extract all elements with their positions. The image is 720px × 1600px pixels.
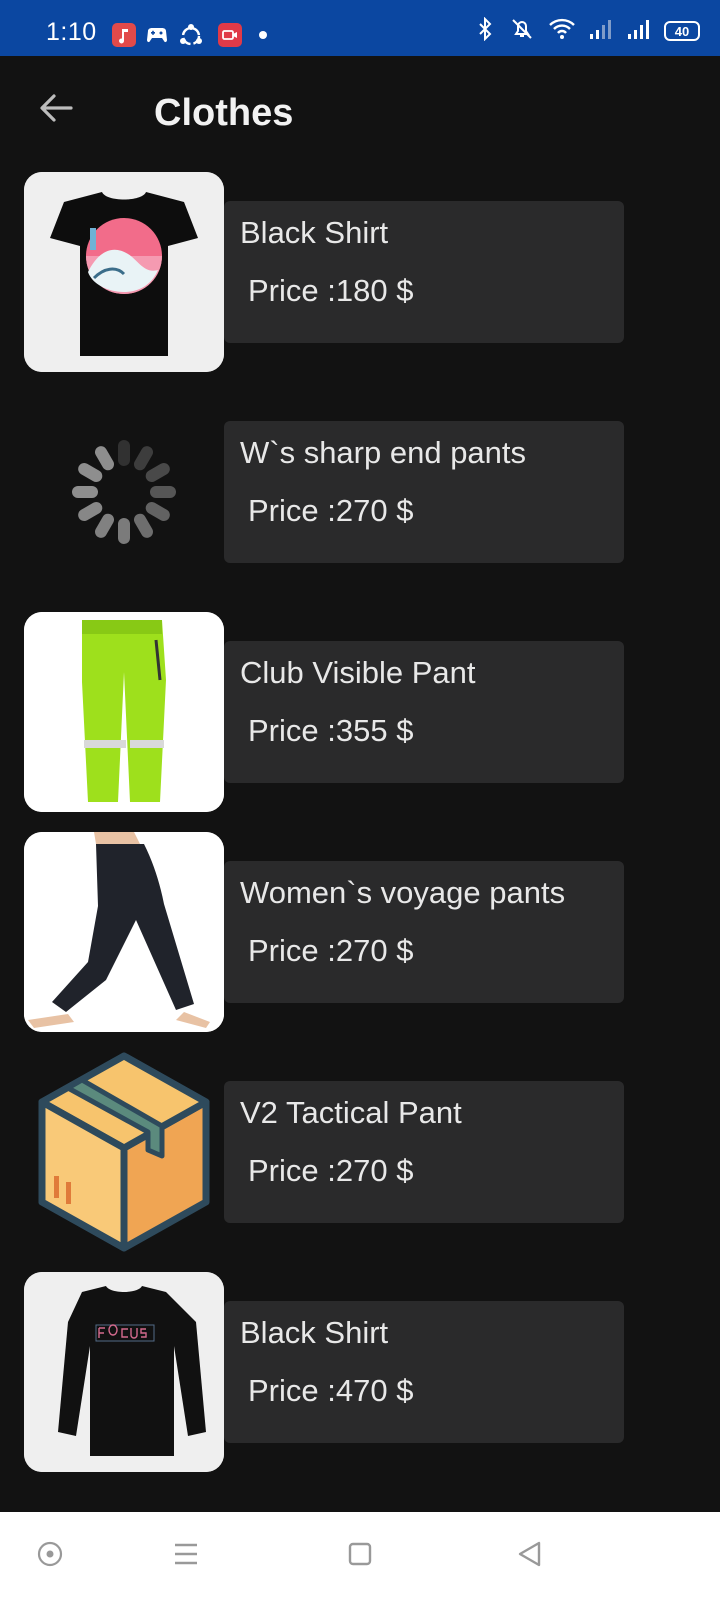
status-time: 1:10 xyxy=(46,18,97,46)
recents-button[interactable] xyxy=(158,1530,214,1582)
product-card[interactable]: Women`s voyage pants Price :270 $ xyxy=(224,861,624,1003)
product-card[interactable]: Black Shirt Price :180 $ xyxy=(224,201,624,343)
product-name: Black Shirt xyxy=(240,1315,389,1350)
sync-app-icon xyxy=(178,23,202,47)
product-image xyxy=(24,612,224,812)
product-card[interactable]: Club Visible Pant Price :355 $ xyxy=(224,641,624,783)
signal-2-icon xyxy=(626,17,652,46)
product-name: Club Visible Pant xyxy=(240,655,476,690)
list-item[interactable]: W`s sharp end pants Price :270 $ xyxy=(0,392,720,592)
system-nav-bar xyxy=(0,1512,720,1600)
home-button[interactable] xyxy=(332,1530,388,1582)
game-controller-icon xyxy=(144,23,168,47)
system-status-icons: 40 xyxy=(474,16,700,46)
product-price: Price :270 $ xyxy=(248,493,414,528)
music-app-icon xyxy=(112,23,136,47)
list-item[interactable]: Women`s voyage pants Price :270 $ xyxy=(0,832,720,1032)
product-price: Price :270 $ xyxy=(248,1153,414,1188)
assistant-button[interactable] xyxy=(22,1530,78,1582)
dot-circle-icon xyxy=(35,1539,65,1574)
product-price: Price :180 $ xyxy=(248,273,414,308)
status-bar: 1:10 40 xyxy=(0,0,720,56)
product-image xyxy=(24,172,224,372)
product-card[interactable]: Black Shirt Price :470 $ xyxy=(224,1301,624,1443)
battery-icon: 40 xyxy=(664,21,700,41)
product-name: Women`s voyage pants xyxy=(240,875,566,910)
cardboard-box-icon xyxy=(24,1052,224,1252)
back-button[interactable] xyxy=(28,82,84,138)
list-item[interactable]: V2 Tactical Pant Price :270 $ xyxy=(0,1052,720,1252)
page-title: Clothes xyxy=(154,92,294,134)
more-notifications-dot xyxy=(259,31,267,39)
app-bar: Clothes xyxy=(0,56,720,168)
loading-spinner-icon xyxy=(24,392,224,592)
product-card[interactable]: V2 Tactical Pant Price :270 $ xyxy=(224,1081,624,1223)
home-square-icon xyxy=(345,1539,375,1574)
menu-icon xyxy=(171,1539,201,1574)
list-item[interactable]: Club Visible Pant Price :355 $ xyxy=(0,612,720,812)
product-name: Black Shirt xyxy=(240,215,389,250)
video-app-icon xyxy=(218,23,242,47)
product-card[interactable]: W`s sharp end pants Price :270 $ xyxy=(224,421,624,563)
product-price: Price :470 $ xyxy=(248,1373,414,1408)
product-name: W`s sharp end pants xyxy=(240,435,527,470)
back-triangle-icon xyxy=(515,1539,545,1574)
arrow-back-icon xyxy=(37,89,75,132)
signal-1-icon xyxy=(588,17,614,46)
list-item[interactable]: Black Shirt Price :180 $ xyxy=(0,172,720,372)
system-back-button[interactable] xyxy=(502,1530,558,1582)
wifi-icon xyxy=(548,17,576,46)
product-price: Price :270 $ xyxy=(248,933,414,968)
product-image xyxy=(24,1272,224,1472)
list-item[interactable]: Black Shirt Price :470 $ xyxy=(0,1272,720,1472)
product-image xyxy=(24,832,224,1032)
product-name: V2 Tactical Pant xyxy=(240,1095,462,1130)
bluetooth-icon xyxy=(474,16,496,46)
product-price: Price :355 $ xyxy=(248,713,414,748)
vibrate-off-icon xyxy=(508,17,536,46)
